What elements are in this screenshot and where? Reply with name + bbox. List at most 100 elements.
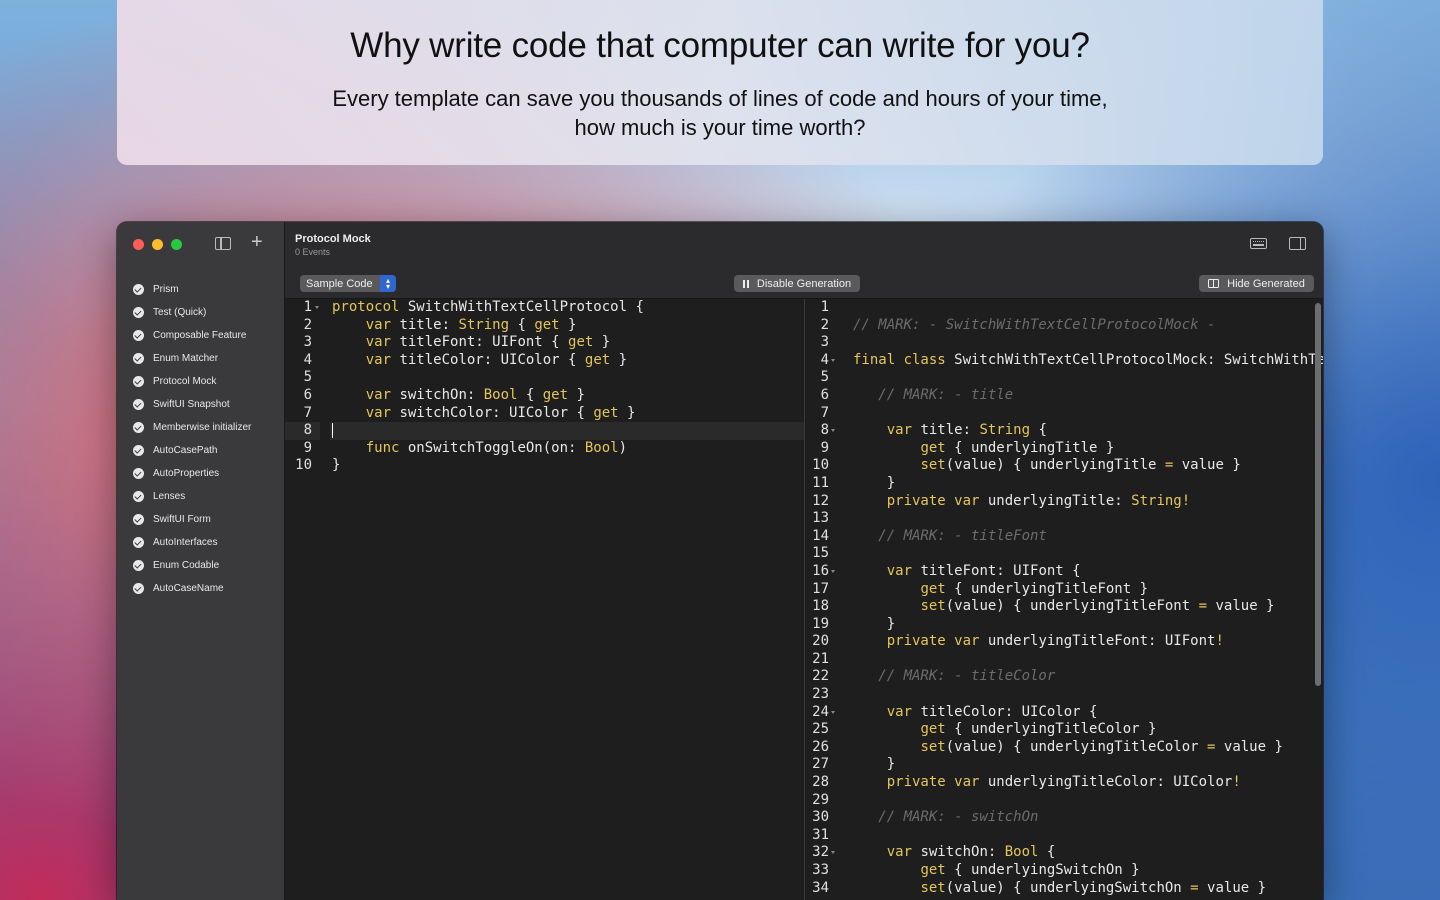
sidebar-item[interactable]: Lenses [117, 485, 284, 508]
generated-scrollbar[interactable] [1315, 303, 1321, 686]
checkmark-icon [133, 560, 144, 571]
sidebar-item[interactable]: Memberwise initializer [117, 416, 284, 439]
generated-code-text[interactable]: // MARK: - SwitchWithTextCellProtocolMoc… [845, 299, 1323, 900]
code-token: private var [886, 492, 980, 509]
code-line: set(value) { underlyingTitleColor = valu… [845, 739, 1323, 757]
line-number: 4 [303, 351, 312, 368]
line-number: 30 [812, 809, 829, 826]
code-line: // MARK: - titleColor [845, 668, 1323, 686]
source-editor[interactable]: 1 2 3 4 5 6 7 8 9 10 protocol SwitchWithTextCellP… [285, 299, 805, 900]
zoom-window-button[interactable] [171, 239, 182, 250]
sidebar-item[interactable]: Protocol Mock [117, 370, 284, 393]
code-line: var switchColor: UIColor { get } [330, 405, 804, 423]
code-token: title: [912, 422, 980, 439]
line-number: 23 [812, 686, 829, 703]
sidebar-item[interactable]: AutoCasePath [117, 439, 284, 462]
close-window-button[interactable] [133, 239, 144, 250]
line-number: 19 [812, 615, 829, 632]
line-number: 11 [812, 474, 829, 491]
line-number: 1 [285, 299, 320, 317]
code-token: String [1131, 492, 1182, 509]
line-number: 8 [807, 422, 836, 440]
sidebar-item[interactable]: AutoProperties [117, 462, 284, 485]
app-window: + Prism Test (Quick) Composable Feature Enu… [117, 222, 1323, 900]
line-number: 10 [812, 457, 829, 474]
code-token: } [610, 351, 628, 368]
code-line [330, 422, 804, 440]
code-token: get [584, 351, 611, 368]
toggle-sidebar-icon[interactable] [215, 237, 231, 250]
sidebar-item-label: AutoProperties [153, 468, 220, 479]
code-token: = [1198, 598, 1208, 615]
code-token: private var [886, 774, 980, 791]
code-token: titleFont: UIFont { [912, 562, 1081, 579]
sidebar-item[interactable]: AutoCaseName [117, 577, 284, 600]
line-number: 6 [303, 386, 312, 403]
code-line: private var underlyingTitle: String! [845, 493, 1323, 511]
line-number: 5 [303, 369, 312, 386]
add-template-icon[interactable]: + [251, 232, 263, 252]
source-code-text[interactable]: protocol SwitchWithTextCellProtocol { va… [330, 299, 804, 900]
checkmark-icon [133, 330, 144, 341]
hide-generated-button[interactable]: Hide Generated [1199, 275, 1314, 292]
checkmark-icon [133, 307, 144, 318]
checkmark-icon [133, 514, 144, 525]
sidebar-item[interactable]: Test (Quick) [117, 301, 284, 324]
code-token: titleColor: UIColor { [912, 703, 1098, 720]
pause-icon [742, 279, 750, 288]
hide-generated-label: Hide Generated [1227, 277, 1305, 290]
code-token: String [979, 422, 1031, 439]
code-token: ! [1232, 774, 1241, 791]
code-token: // MARK: - titleColor [853, 668, 1056, 685]
code-token: get [593, 404, 619, 421]
sidebar-item[interactable]: SwiftUI Snapshot [117, 393, 284, 416]
checkmark-icon [133, 583, 144, 594]
code-token: underlyingTitleColor: UIColor [979, 774, 1233, 791]
sidebar-item-label: Memberwise initializer [153, 422, 252, 433]
line-number: 21 [812, 650, 829, 667]
code-token: set [920, 457, 946, 474]
source-line-numbers: 1 2 3 4 5 6 7 8 9 10 [285, 299, 330, 900]
code-line: // MARK: - SwitchWithTextCellProtocolMoc… [845, 317, 1323, 335]
minimize-window-button[interactable] [152, 239, 163, 250]
line-number: 9 [820, 439, 829, 456]
line-number: 33 [812, 862, 829, 878]
sidebar-item[interactable]: Enum Matcher [117, 347, 284, 370]
code-token: get [920, 862, 946, 878]
code-token: get [920, 580, 946, 597]
code-token: value } [1173, 457, 1241, 474]
sidebar-item[interactable]: Composable Feature [117, 324, 284, 347]
checkmark-icon [133, 284, 144, 295]
code-token: (value) { underlyingTitleFont [945, 598, 1199, 615]
sample-code-popup[interactable]: Sample Code ▴ ▾ [300, 275, 396, 292]
sidebar-item-label: AutoCaseName [153, 583, 224, 594]
code-line: var switchOn: Bool { get } [330, 387, 804, 405]
keyboard-icon[interactable] [1250, 238, 1267, 249]
sidebar-item[interactable]: Prism [117, 278, 284, 301]
window-controls [133, 239, 182, 250]
sidebar-item[interactable]: Enum Codable [117, 554, 284, 577]
generated-editor[interactable]: 1 2 3 4 5 6 7 8 9 10 11 12 13 14 15 16 17 18 19 20 21 22 23 24 2… [807, 299, 1323, 900]
code-token: var [365, 351, 392, 368]
code-token: } [332, 457, 341, 474]
disable-generation-button[interactable]: Disable Generation [734, 275, 860, 292]
toggle-inspector-icon[interactable] [1289, 237, 1306, 250]
sidebar-item-label: AutoInterfaces [153, 537, 218, 548]
line-number: 4 [807, 352, 836, 370]
checkmark-icon [133, 491, 144, 502]
code-token: value } [1207, 598, 1275, 615]
code-token: (value) { underlyingSwitchOn [945, 879, 1191, 896]
sidebar-item[interactable]: SwiftUI Form [117, 508, 284, 531]
sidebar-item-label: AutoCasePath [153, 445, 218, 456]
code-line: var titleColor: UIColor { get } [330, 352, 804, 370]
sidebar-item[interactable]: AutoInterfaces [117, 531, 284, 554]
code-line: var title: String { get } [330, 317, 804, 335]
